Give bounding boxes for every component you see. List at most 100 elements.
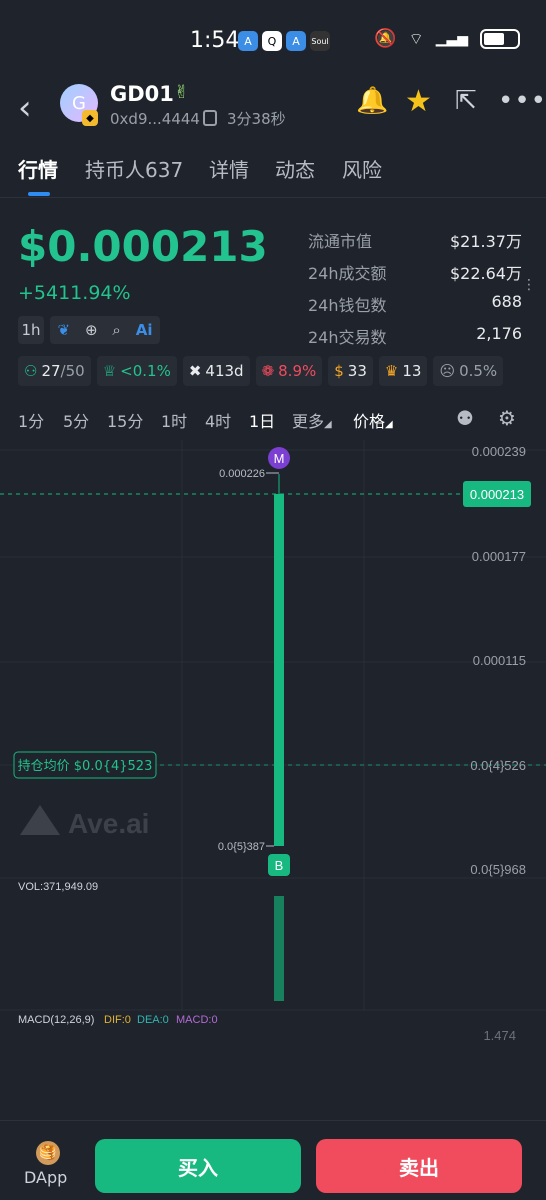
x-icon: ✖	[188, 362, 202, 380]
tab-indicator	[28, 192, 50, 196]
token-age: 3分38秒	[227, 110, 286, 128]
back-icon[interactable]: ‹	[18, 88, 32, 128]
ai-icon[interactable]: Ai	[136, 321, 153, 339]
y-tick-label: 0.000239	[472, 444, 526, 459]
star-icon[interactable]: ★	[405, 84, 432, 119]
stat-value: 2,176	[476, 324, 522, 343]
volume-label: VOL:371,949.09	[18, 881, 98, 893]
market-stats: 流通市值 $21.37万 24h成交额 $22.64万 24h钱包数 688 2…	[308, 228, 522, 356]
tab-bar: 行情 持币人637 详情 动态 风险	[0, 150, 546, 198]
soul-icon: Soul	[310, 31, 330, 51]
bottom-bar: 🥞 DApp 买入 卖出	[0, 1120, 546, 1200]
badge-value: 413d	[205, 362, 244, 380]
tf-5m[interactable]: 5分	[63, 408, 89, 432]
qq-icon: Q	[262, 31, 282, 51]
copy-icon[interactable]	[203, 110, 217, 126]
badge-money[interactable]: $ 33	[328, 356, 373, 386]
price-change: +5411.94%	[18, 282, 131, 304]
marker-m-text: M	[274, 451, 285, 466]
holder-icon: ⚇	[24, 362, 38, 380]
chart-grid	[0, 440, 546, 1011]
hand-icon: ✌	[174, 82, 190, 103]
token-header: ‹ G ◆ GD01 ✌ 0xd9...4444 3分38秒 🔔 ★ ⇱ •••	[0, 80, 546, 140]
badge-chef[interactable]: ♕ <0.1%	[96, 356, 177, 386]
stat-value: 688	[491, 292, 522, 311]
token-name: GD01	[110, 82, 174, 106]
badge-value: <0.1%	[120, 362, 171, 380]
marker-b-text: B	[275, 858, 284, 873]
tf-more-label: 更多	[292, 412, 325, 431]
badge-holders[interactable]: ⚇ 27/50	[18, 356, 91, 386]
badge-value: 33	[347, 362, 367, 380]
tf-15m[interactable]: 15分	[107, 408, 143, 432]
chart-menu-icon[interactable]: ⋮	[522, 278, 536, 292]
price-chart[interactable]: Ave.ai 0.000213 持仓均价 $0.0{4}523 0.000239…	[0, 278, 546, 1120]
badge-trophy[interactable]: ♛ 13	[378, 356, 428, 386]
low-label: 0.0{5}387	[218, 841, 265, 853]
risk-badges: ⚇ 27/50 ♕ <0.1% ✖ 413d ❁ 8.9% $ 33 ♛ 13 …	[18, 356, 504, 386]
buy-button[interactable]: 买入	[95, 1139, 301, 1193]
tab-details[interactable]: 详情	[209, 154, 249, 183]
tf-price[interactable]: 价格◢	[353, 408, 393, 432]
status-right: 🔕 ⌔ ▁▃▅	[374, 28, 520, 49]
dapp-icon[interactable]: 🥞	[36, 1141, 60, 1165]
tf-price-label: 价格	[353, 412, 386, 431]
caret-down-icon: ◢	[385, 419, 393, 430]
avg-cost-text: 持仓均价 $0.0{4}523	[18, 759, 153, 774]
badge-x[interactable]: ✖ 413d	[182, 356, 250, 386]
macd-label: MACD(12,26,9)	[18, 1014, 94, 1026]
y-tick-label: 0.000115	[473, 653, 526, 668]
badge-ghost[interactable]: ☹ 0.5%	[433, 356, 504, 386]
candle-body[interactable]	[274, 494, 284, 846]
signal-icon: ▁▃▅	[435, 30, 468, 47]
stat-row: 流通市值 $21.37万	[308, 228, 522, 260]
battery-icon	[480, 28, 520, 49]
macd-dif: DIF:0	[104, 1014, 131, 1026]
tf-1d[interactable]: 1日	[249, 408, 275, 432]
token-address: 0xd9...4444	[110, 110, 200, 128]
high-label: 0.000226	[219, 468, 265, 480]
tab-holders[interactable]: 持币人637	[85, 154, 183, 183]
globe-icon[interactable]: ⊕	[85, 321, 98, 339]
tab-market[interactable]: 行情	[18, 154, 58, 183]
stat-label: 流通市值	[308, 232, 373, 251]
caret-down-icon: ◢	[324, 419, 332, 430]
status-time: 1:54	[190, 28, 240, 53]
macd-scale: 1.474	[483, 1028, 516, 1043]
tf-4h[interactable]: 4时	[205, 408, 231, 432]
share-icon[interactable]: ⇱	[455, 86, 477, 116]
timeframe-bar: 1分 5分 15分 1时 4时 1日 更多◢ 价格◢ ⚉ ⚙	[0, 406, 546, 436]
stat-row: 24h成交额 $22.64万	[308, 260, 522, 292]
current-price-tag-text: 0.000213	[470, 487, 524, 502]
badge-value: 8.9%	[278, 362, 317, 380]
indicator-icon[interactable]: ⚉	[456, 406, 474, 430]
bell-icon[interactable]: 🔔	[356, 86, 388, 116]
sell-button[interactable]: 卖出	[316, 1139, 522, 1193]
money-bag-icon: $	[334, 362, 344, 380]
tf-1h[interactable]: 1时	[161, 408, 187, 432]
badge-value: 27	[41, 362, 61, 380]
feather-icon[interactable]: ❦	[57, 321, 70, 339]
dapp-label[interactable]: DApp	[24, 1168, 67, 1187]
tf-1m[interactable]: 1分	[18, 408, 44, 432]
watermark: Ave.ai	[20, 805, 149, 839]
status-bar: 1:54 A Q A Soul 🔕 ⌔ ▁▃▅	[0, 0, 546, 80]
stat-label: 24h交易数	[308, 328, 387, 347]
search-icon[interactable]: ⌕	[112, 321, 120, 339]
chef-icon: ♕	[102, 362, 117, 380]
tf-more[interactable]: 更多◢	[292, 408, 332, 432]
tab-activity[interactable]: 动态	[275, 154, 315, 183]
chart-settings-icon[interactable]: ⚙	[498, 406, 516, 430]
macd-value: MACD:0	[176, 1014, 218, 1026]
interval-chip[interactable]: 1h	[18, 316, 44, 344]
volume-bar	[274, 896, 284, 1001]
stat-value: $22.64万	[450, 264, 522, 283]
tab-risk[interactable]: 风险	[342, 154, 382, 183]
badge-value: 13	[402, 362, 422, 380]
badge-suffix: /50	[60, 362, 85, 380]
trophy-icon: ♛	[384, 362, 399, 380]
more-icon[interactable]: •••	[498, 86, 546, 116]
mute-icon: 🔕	[374, 28, 397, 49]
badge-bundle[interactable]: ❁ 8.9%	[255, 356, 323, 386]
badge-value: 0.5%	[459, 362, 498, 380]
